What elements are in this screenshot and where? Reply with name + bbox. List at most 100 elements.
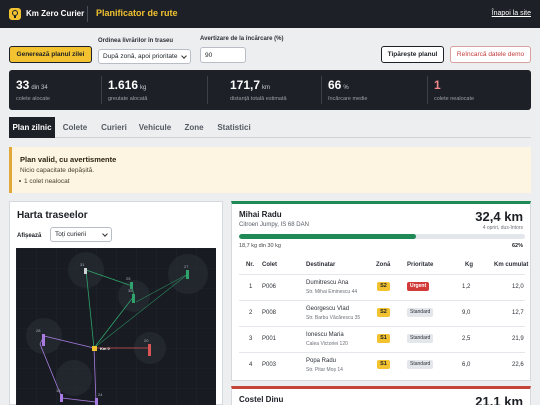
depot-marker[interactable] [92,346,97,351]
load-progress-fill [239,234,417,239]
header-divider [87,6,88,22]
col-header-kg: Kg [465,262,473,268]
priority-badge-standard: Standard [407,334,434,343]
alert-message: Nicio capacitate depășită. [20,167,95,174]
row-kg: 9,0 [462,310,471,316]
zone-area [56,360,92,396]
app-title: Planificator de rute [96,8,178,18]
stat-unit: % [343,85,349,91]
top-bar: Km Zero Curier Planificator de rute Înap… [0,0,540,28]
row-km: 12,7 [512,310,524,316]
map-stop[interactable] [60,394,63,402]
logo-pin-icon [9,8,21,20]
route-card-mihai-radu: Mihai Radu Citroen Jumpy, IS 68 DAN 32,4… [231,201,531,381]
priority-badge-urgent: Urgent [407,282,430,291]
col-header-priority: Prioritate [407,262,434,268]
alert-bullet: 1 colet nealocat [19,178,70,185]
row-kg: 2,5 [462,336,471,342]
row-divider [239,326,525,327]
row-km: 12,0 [512,284,524,290]
row-address: Str. Barbu Văcărescu 35 [306,315,361,321]
stat-divider [207,76,208,104]
tab-statistics[interactable]: Statistici [215,117,253,138]
priority-badge-standard: Standard [407,360,434,369]
stat-value: 33 [16,78,30,92]
row-divider [239,352,525,353]
tab-vehicles[interactable]: Vehicule [137,117,173,138]
col-header-recipient: Destinatar [306,262,336,268]
stop-label: 28 [36,328,41,333]
row-parcel: P001 [262,336,277,342]
stat-allocated-weight: 1.616 kg greutate alocată [101,70,207,110]
stat-average-load: 66% încărcare medie [321,70,427,110]
stat-label: colete nealocate [434,96,475,102]
back-to-site-link[interactable]: Înapoi la site [492,10,531,17]
zone-badge: S2 [377,282,390,291]
tab-zones[interactable]: Zone [181,117,207,138]
stop-label: 27 [184,264,189,269]
row-nr: 4 [249,362,253,368]
driver-name: Costel Dinu [239,395,284,404]
stop-label: 25 [126,276,131,281]
stop-label: 31 [80,262,85,267]
col-header-nr: Nr. [246,262,255,268]
zone-badge: S1 [377,360,390,369]
order-label: Ordinea livrărilor în traseu [98,38,174,44]
route-map-canvas[interactable]: 31 27 25 35 28 20 Km 0 18 24 [16,248,216,405]
stat-label: greutate alocată [108,96,148,102]
generate-plan-button[interactable]: Generează planul zilei [9,46,92,63]
reload-demo-button[interactable]: Reîncarcă datele demo [450,46,531,63]
map-stop[interactable] [148,344,151,356]
order-select[interactable]: După zonă, apoi prioritate [98,49,191,64]
courier-filter-select[interactable]: Toți curierii [50,227,112,242]
col-header-parcel: Colet [262,262,277,268]
courier-filter-value: Toți curierii [55,231,87,238]
route-distance: 32,4 km [475,209,523,224]
priority-badge-standard: Standard [407,308,434,317]
map-stop[interactable] [132,294,135,303]
row-nr: 2 [249,310,253,316]
row-recipient: Popa Radu [306,358,337,364]
route-map-card: Harta traseelor Afișează Toți curierii 3… [9,201,223,405]
stat-unit: kg [140,85,147,91]
stat-unit: din 34 [31,85,48,91]
tab-daily-plan[interactable]: Plan zilnic [9,117,55,138]
depot-label: Km 0 [100,346,111,351]
tab-couriers[interactable]: Curieri [97,117,131,138]
chevron-down-icon [102,231,108,237]
map-stop[interactable] [95,398,98,405]
stop-label: 35 [128,288,133,293]
table-header-divider [239,274,525,275]
row-nr: 1 [249,284,253,290]
map-stop[interactable] [42,334,45,346]
print-plan-button[interactable]: Tipărește planul [381,46,444,63]
zone-badge: S2 [377,308,390,317]
map-stop[interactable] [84,268,87,274]
tab-parcels[interactable]: Colete [59,117,91,138]
threshold-label: Avertizare de la încărcare (%) [200,36,284,42]
brand-name: Km Zero Curier [26,9,85,18]
threshold-input[interactable]: 90 [200,47,246,63]
stat-value: 1.616 [108,78,139,92]
alert-title: Plan valid, cu avertismente [20,155,117,164]
chevron-down-icon [181,53,187,59]
col-header-km: Km cumulat [494,262,529,268]
stop-label: 24 [98,392,103,397]
row-address: Str. Mihai Eminescu 44 [306,289,358,295]
map-filter-label: Afișează [17,233,42,239]
row-kg: 6,0 [462,362,471,368]
order-select-value: După zonă, apoi prioritate [103,53,178,60]
map-stop[interactable] [186,270,189,279]
stat-value: 1 [434,78,441,92]
row-km: 22,6 [512,362,524,368]
route-stops: 4 opriri, dus-întors [482,225,523,231]
route-map-svg: 31 27 25 35 28 20 Km 0 18 24 [16,248,216,405]
load-progress-bar [239,234,525,239]
stat-total-distance: 171,7 km distanță totală estimată [223,70,329,110]
zone-badge: S1 [377,334,390,343]
row-nr: 3 [249,336,253,342]
route-distance: 21,1 km [475,394,523,405]
stop-label: 20 [144,338,149,343]
stat-allocated-parcels: 33 din 34 colete alocate [9,70,101,110]
stop-label: 18 [56,388,61,393]
